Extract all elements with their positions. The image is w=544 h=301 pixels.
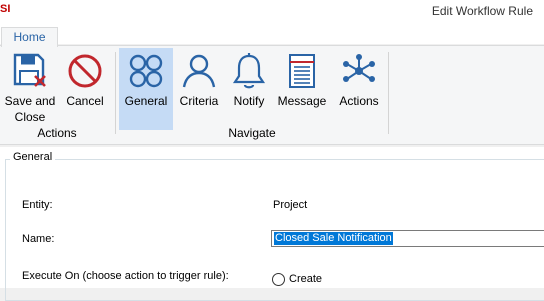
name-field-value: Closed Sale Notification: [274, 232, 393, 245]
group-separator: [388, 52, 389, 134]
app-logo: SI: [0, 3, 11, 15]
general-label: General: [124, 94, 168, 108]
cancel-button[interactable]: Cancel: [60, 48, 110, 130]
name-field[interactable]: Closed Sale Notification: [271, 230, 544, 247]
notify-button[interactable]: Notify: [225, 48, 273, 130]
message-button[interactable]: Message: [274, 48, 330, 130]
entity-value: Project: [273, 199, 308, 211]
create-radio[interactable]: [272, 273, 285, 286]
create-radio-label[interactable]: Create: [289, 273, 322, 285]
criteria-button[interactable]: Criteria: [174, 48, 224, 130]
bell-icon: [232, 53, 266, 89]
actions-button[interactable]: Actions: [333, 48, 385, 130]
section-title: General: [10, 151, 56, 163]
person-icon: [182, 54, 216, 88]
message-icon: [289, 54, 315, 88]
cancel-icon: [68, 54, 102, 88]
criteria-label: Criteria: [179, 94, 219, 108]
execute-on-label: Execute On (choose action to trigger rul…: [22, 270, 229, 282]
window-title: Edit Workflow Rule: [431, 4, 533, 18]
general-icon: [129, 54, 163, 88]
title-bar: SI Edit Workflow Rule: [0, 0, 544, 20]
notify-label: Notify: [233, 94, 265, 108]
group-label-actions: Actions: [37, 126, 77, 140]
entity-label: Entity:: [22, 199, 53, 211]
save-and-close-button[interactable]: Save and Close: [2, 48, 58, 130]
save-label-line1: Save and: [4, 94, 56, 108]
actions-label: Actions: [339, 94, 379, 108]
name-label: Name:: [22, 233, 55, 245]
message-label: Message: [277, 94, 327, 108]
ribbon: Save and Close Cancel Actions General Cr…: [0, 45, 544, 145]
group-separator: [115, 52, 116, 134]
general-button[interactable]: General: [119, 48, 173, 130]
save-close-icon: [13, 53, 46, 87]
cancel-label: Cancel: [66, 94, 104, 108]
ribbon-tab-row: [0, 20, 544, 44]
group-label-navigate: Navigate: [228, 126, 276, 140]
save-label-line2: Close: [14, 110, 46, 124]
tab-home[interactable]: Home: [1, 27, 58, 47]
network-icon: [343, 54, 375, 82]
